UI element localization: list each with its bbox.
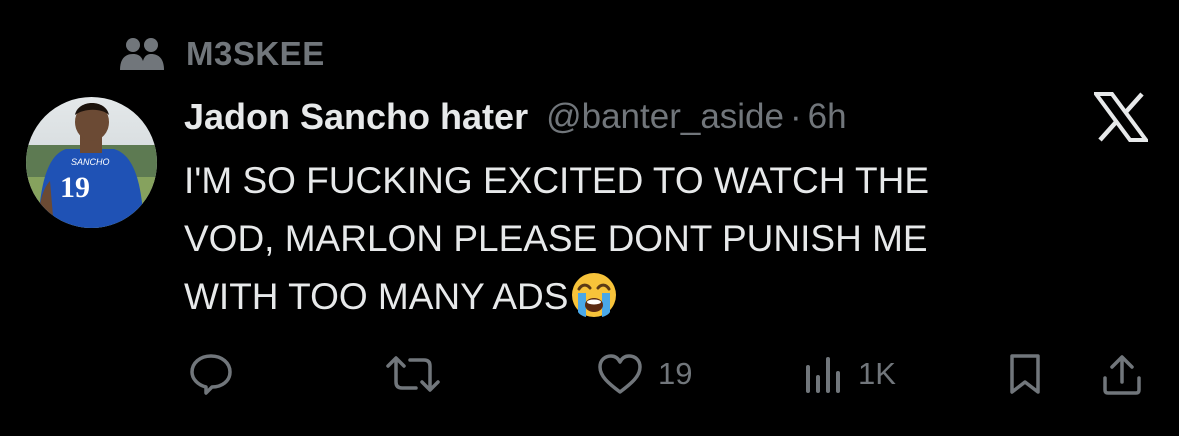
heart-icon xyxy=(596,352,644,396)
people-icon xyxy=(120,37,166,71)
x-logo-icon xyxy=(1092,92,1150,142)
community-name: M3SKEE xyxy=(186,35,325,72)
tweet-text: I'M SO FUCKING EXCITED TO WATCH THE VOD,… xyxy=(184,152,1084,326)
separator-dot: · xyxy=(790,97,802,136)
views-icon xyxy=(804,353,844,395)
retweet-button[interactable] xyxy=(386,350,440,398)
svg-text:SANCHO: SANCHO xyxy=(71,157,110,167)
svg-text:19: 19 xyxy=(60,171,90,204)
author-display-name[interactable]: Jadon Sancho hater xyxy=(184,96,528,138)
like-button[interactable]: 19 xyxy=(596,350,692,398)
retweet-icon xyxy=(386,352,440,396)
timestamp[interactable]: 6h xyxy=(808,97,847,137)
tweet-text-line: I'M SO FUCKING EXCITED TO WATCH THE xyxy=(184,160,930,201)
loudly-crying-face-emoji-icon xyxy=(570,271,618,319)
reply-button[interactable] xyxy=(188,350,234,398)
share-icon xyxy=(1100,352,1144,396)
share-button[interactable] xyxy=(1100,350,1144,398)
bookmark-icon xyxy=(1006,352,1044,396)
like-count: 19 xyxy=(658,356,693,391)
tweet-text-line-content: WITH TOO MANY ADS xyxy=(184,276,569,317)
tweet-text-line: WITH TOO MANY ADS xyxy=(184,268,1084,326)
author-handle[interactable]: @banter_aside xyxy=(546,97,784,137)
bookmark-button[interactable] xyxy=(1006,350,1044,398)
tweet-header: Jadon Sancho hater @banter_aside · 6h xyxy=(184,92,847,142)
community-context[interactable]: M3SKEE xyxy=(120,34,325,74)
views-count: 1K xyxy=(858,356,896,391)
tweet-card[interactable]: M3SKEE SANCHO 19 Jadon Sancho hater @ban… xyxy=(0,0,1179,436)
avatar[interactable]: SANCHO 19 xyxy=(26,97,157,228)
reply-icon xyxy=(188,352,234,396)
views-button[interactable]: 1K xyxy=(804,350,896,398)
tweet-text-line: VOD, MARLON PLEASE DONT PUNISH ME xyxy=(184,218,928,259)
